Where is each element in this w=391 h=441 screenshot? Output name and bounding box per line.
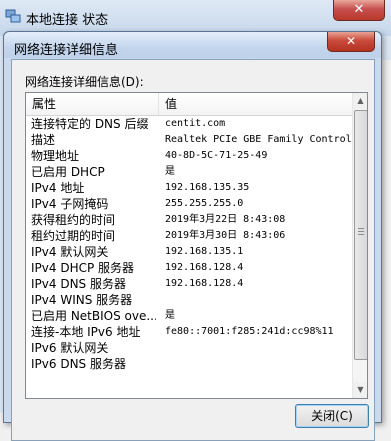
list-header: 属性 值 (26, 93, 352, 116)
background-window-title: 本地连接 状态 (26, 13, 109, 28)
list-row[interactable]: 连接-本地 IPv6 地址 fe80::7001:f285:241d:cc98%1… (26, 324, 352, 340)
row-key: IPv4 WINS 服务器 (31, 293, 133, 307)
list-row[interactable]: 描述 Realtek PCIe GBE Family Controller (26, 132, 352, 148)
close-button[interactable]: 关闭(C) (295, 404, 369, 428)
dialog-title: 网络连接详细信息 (14, 43, 119, 58)
row-key: IPv4 DNS 服务器 (31, 277, 126, 291)
vertical-scrollbar[interactable]: ▲ ▼ (352, 93, 367, 398)
row-key: 已启用 NetBIOS ove... (31, 309, 156, 323)
dialog-body: 网络连接详细信息(D): 属性 值 连接特定的 DNS 后缀 centit.com… (11, 59, 375, 441)
row-key: IPv4 地址 (31, 181, 85, 195)
row-value: 2019年3月30日 8:43:06 (165, 230, 286, 241)
list-rows: 连接特定的 DNS 后缀 centit.com 描述 Realtek PCIe GB… (26, 116, 352, 372)
row-key: IPv4 默认网关 (31, 245, 109, 259)
row-value: centit.com (165, 118, 226, 129)
row-value: 是 (165, 166, 175, 177)
list-row[interactable]: IPv4 WINS 服务器 (26, 292, 352, 308)
dialog-titlebar[interactable]: 网络连接详细信息 ✕ (4, 32, 381, 58)
row-key: 获得租约的时间 (31, 213, 116, 227)
row-key: 物理地址 (31, 149, 80, 163)
list-row[interactable]: 获得租约的时间 2019年3月22日 8:43:08 (26, 212, 352, 228)
grip-line (358, 228, 364, 229)
list-row[interactable]: IPv4 子网掩码 255.255.255.0 (26, 196, 352, 212)
list-row[interactable]: IPv4 DNS 服务器 192.168.128.4 (26, 276, 352, 292)
list-row[interactable]: 连接特定的 DNS 后缀 centit.com (26, 116, 352, 132)
list-row[interactable]: IPv4 地址 192.168.135.35 (26, 180, 352, 196)
grip-line (358, 234, 364, 235)
row-key: 租约过期的时间 (31, 229, 116, 243)
details-section-label: 网络连接详细信息(D): (25, 75, 144, 89)
list-row[interactable]: 租约过期的时间 2019年3月30日 8:43:06 (26, 228, 352, 244)
row-value: 是 (165, 310, 175, 321)
row-key: 描述 (31, 133, 56, 147)
network-connection-icon (5, 9, 21, 23)
row-value: 40-8D-5C-71-25-49 (165, 150, 268, 161)
column-header-value[interactable]: 值 (159, 93, 355, 115)
column-header-property[interactable]: 属性 (26, 93, 159, 115)
row-key: IPv6 DNS 服务器 (31, 357, 126, 371)
row-key: IPv4 DHCP 服务器 (31, 261, 135, 275)
row-key: IPv6 默认网关 (31, 341, 109, 355)
list-row[interactable]: 物理地址 40-8D-5C-71-25-49 (26, 148, 352, 164)
row-key: 连接特定的 DNS 后缀 (31, 117, 149, 131)
row-value: 192.168.128.4 (165, 262, 244, 273)
row-value: fe80::7001:f285:241d:cc98%11 (165, 326, 334, 337)
list-row[interactable]: IPv4 默认网关 192.168.135.1 (26, 244, 352, 260)
network-details-dialog: 网络连接详细信息 ✕ 网络连接详细信息(D): 属性 值 连接特定的 DNS 后… (3, 31, 382, 441)
scroll-up-icon[interactable]: ▲ (353, 93, 367, 109)
scroll-down-icon[interactable]: ▼ (353, 382, 367, 398)
row-value: 192.168.128.4 (165, 278, 244, 289)
list-row[interactable]: 已启用 DHCP 是 (26, 164, 352, 180)
row-value: Realtek PCIe GBE Family Controller (165, 134, 352, 145)
list-row[interactable]: 已启用 NetBIOS ove... 是 (26, 308, 352, 324)
scrollbar-thumb[interactable] (354, 110, 367, 360)
details-list[interactable]: 属性 值 连接特定的 DNS 后缀 centit.com 描述 Realtek PC… (25, 92, 368, 399)
row-value: 192.168.135.1 (165, 246, 244, 257)
list-row[interactable]: IPv6 默认网关 (26, 340, 352, 356)
row-key: 已启用 DHCP (31, 165, 105, 179)
list-row[interactable]: IPv4 DHCP 服务器 192.168.128.4 (26, 260, 352, 276)
grip-line (358, 231, 364, 232)
background-close-button[interactable]: ✕ (333, 0, 385, 21)
dialog-close-icon[interactable]: ✕ (327, 32, 375, 52)
row-value: 255.255.255.0 (165, 198, 244, 209)
list-row[interactable]: IPv6 DNS 服务器 (26, 356, 352, 372)
row-value: 2019年3月22日 8:43:08 (165, 214, 286, 225)
row-key: IPv4 子网掩码 (31, 197, 109, 211)
row-value: 192.168.135.35 (165, 182, 250, 193)
row-key: 连接-本地 IPv6 地址 (31, 325, 141, 339)
